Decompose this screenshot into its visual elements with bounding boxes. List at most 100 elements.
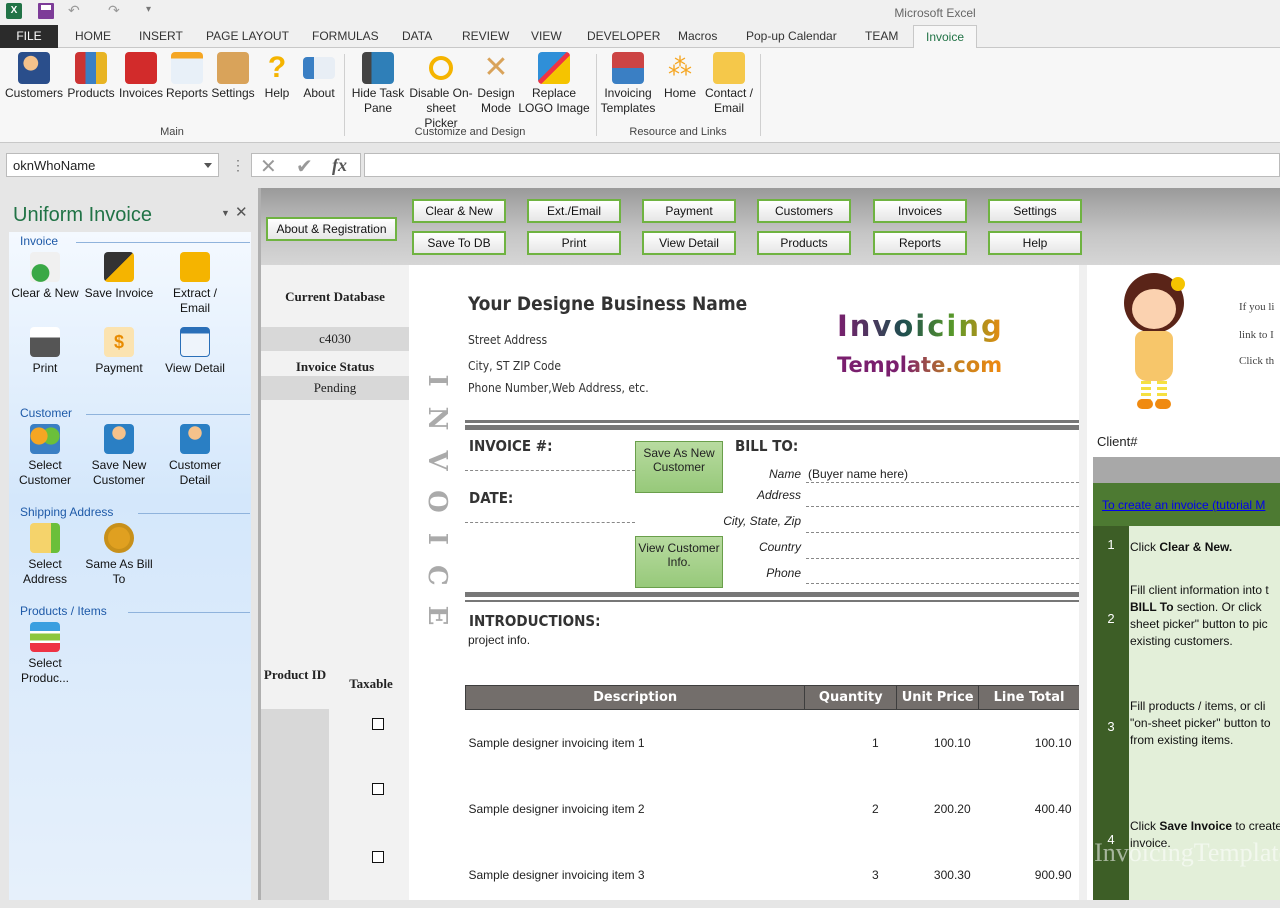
tab-macros[interactable]: Macros xyxy=(666,25,729,48)
ribbon-contact-email-button[interactable]: Contact / Email xyxy=(702,52,756,116)
tab-popup-calendar[interactable]: Pop-up Calendar xyxy=(734,25,849,48)
pane-select-products-button[interactable]: Select Produc... xyxy=(9,622,81,686)
client-number-field[interactable] xyxy=(1093,457,1280,483)
item-description[interactable]: Sample designer invoicing item 3 xyxy=(466,842,805,908)
business-name[interactable]: Your Designe Business Name xyxy=(468,293,747,315)
payment-button[interactable]: Payment xyxy=(642,199,736,223)
tab-insert[interactable]: INSERT xyxy=(127,25,195,48)
ribbon-home-button[interactable]: ⁂ Home xyxy=(660,52,700,101)
item-unit-price[interactable]: 200.20 xyxy=(897,776,979,842)
pane-view-detail-button[interactable]: View Detail xyxy=(159,327,231,376)
pane-select-address-button[interactable]: Select Address xyxy=(9,523,81,587)
ruler-pencil-icon: ✕ xyxy=(483,51,509,84)
ribbon-products-button[interactable]: Products xyxy=(66,52,116,101)
item-description[interactable]: Sample designer invoicing item 1 xyxy=(466,710,805,776)
book-icon xyxy=(362,52,394,84)
close-icon[interactable]: ✕ xyxy=(235,203,248,221)
bill-address-field[interactable] xyxy=(806,506,1079,507)
bill-phone-field[interactable] xyxy=(806,583,1079,584)
pane-payment-button[interactable]: $ Payment xyxy=(83,327,155,376)
tab-home[interactable]: HOME xyxy=(63,25,123,48)
tab-team[interactable]: TEAM xyxy=(853,25,910,48)
bill-country-field[interactable] xyxy=(806,558,1079,559)
item-quantity[interactable]: 3 xyxy=(805,842,897,908)
chevron-down-icon[interactable] xyxy=(204,163,212,168)
pane-same-as-bill-to-button[interactable]: Same As Bill To xyxy=(83,523,155,587)
pane-save-new-customer-button[interactable]: Save New Customer xyxy=(83,424,155,488)
insert-function-icon[interactable]: fx xyxy=(332,155,347,176)
ribbon-reports-button[interactable]: Reports xyxy=(166,52,208,101)
city-state-zip[interactable]: City, ST ZIP Code xyxy=(468,359,561,373)
phone-web[interactable]: Phone Number,Web Address, etc. xyxy=(468,381,649,395)
taxable-checkbox-2[interactable] xyxy=(372,783,384,795)
current-database-value[interactable]: c4030 xyxy=(261,327,409,351)
introductions-text[interactable]: project info. xyxy=(468,633,530,647)
ribbon-disable-picker-button[interactable]: Disable On-sheet Picker xyxy=(408,52,474,131)
street-address[interactable]: Street Address xyxy=(468,333,547,347)
divider xyxy=(465,600,1079,602)
ribbon-invoicing-templates-button[interactable]: Invoicing Templates xyxy=(598,52,658,116)
tab-view[interactable]: VIEW xyxy=(519,25,574,48)
ribbon-help-button[interactable]: ? Help xyxy=(259,52,295,101)
ribbon-design-mode-button[interactable]: ✕ Design Mode xyxy=(476,52,516,116)
reports-button[interactable]: Reports xyxy=(873,231,967,255)
ribbon-settings-button[interactable]: Settings xyxy=(210,52,256,101)
tab-formulas[interactable]: FORMULAS xyxy=(300,25,391,48)
date-field[interactable] xyxy=(465,522,635,523)
step-text: Fill client information into t BILL To se… xyxy=(1130,583,1269,648)
item-line-total: 900.90 xyxy=(1034,867,1072,882)
tab-review[interactable]: REVIEW xyxy=(450,25,521,48)
tab-data[interactable]: DATA xyxy=(390,25,444,48)
item-description[interactable]: Sample designer invoicing item 2 xyxy=(466,776,805,842)
taxable-checkbox-1[interactable] xyxy=(372,718,384,730)
name-box[interactable]: oknWhoName xyxy=(6,153,219,177)
settings-button[interactable]: Settings xyxy=(988,199,1082,223)
ribbon-hide-task-pane-button[interactable]: Hide Task Pane xyxy=(350,52,406,116)
taxable-checkbox-3[interactable] xyxy=(372,851,384,863)
view-detail-button[interactable]: View Detail xyxy=(642,231,736,255)
ribbon-invoices-button[interactable]: Invoices xyxy=(118,52,164,101)
invoice-number-field[interactable] xyxy=(465,470,635,471)
print-button[interactable]: Print xyxy=(527,231,621,255)
help-panel: If you li link to I Click th Client# To … xyxy=(1087,265,1280,900)
item-unit-price[interactable]: 100.10 xyxy=(897,710,979,776)
tutorial-link[interactable]: To create an invoice (tutorial M xyxy=(1102,498,1265,512)
ribbon-about-button[interactable]: About xyxy=(299,52,339,101)
formula-input[interactable] xyxy=(364,153,1280,177)
bill-name-value[interactable]: (Buyer name here) xyxy=(808,467,908,481)
item-quantity[interactable]: 2 xyxy=(805,776,897,842)
tab-invoice[interactable]: Invoice xyxy=(913,25,977,49)
pane-print-button[interactable]: Print xyxy=(9,327,81,376)
more-options-icon[interactable]: ⋮ xyxy=(231,157,245,174)
help-button[interactable]: Help xyxy=(988,231,1082,255)
customers-button[interactable]: Customers xyxy=(757,199,851,223)
tab-file[interactable]: FILE xyxy=(0,25,58,48)
item-unit-price[interactable]: 300.30 xyxy=(897,842,979,908)
invoices-button[interactable]: Invoices xyxy=(873,199,967,223)
tab-page-layout[interactable]: PAGE LAYOUT xyxy=(194,25,301,48)
logo-template-com[interactable]: Template.com xyxy=(837,353,1002,377)
clear-new-button[interactable]: Clear & New xyxy=(412,199,506,223)
pane-save-invoice-button[interactable]: Save Invoice xyxy=(83,252,155,301)
ext-email-button[interactable]: Ext./Email xyxy=(527,199,621,223)
save-to-db-button[interactable]: Save To DB xyxy=(412,231,506,255)
pane-extract-email-button[interactable]: Extract / Email xyxy=(159,252,231,316)
pane-customer-detail-button[interactable]: Customer Detail xyxy=(159,424,231,488)
ribbon-replace-logo-button[interactable]: Replace LOGO Image xyxy=(518,52,590,116)
pane-options-icon[interactable]: ▼ xyxy=(221,208,230,218)
enter-checkmark-icon[interactable]: ✔ xyxy=(296,154,313,179)
about-registration-button[interactable]: About & Registration xyxy=(266,217,397,241)
pane-clear-new-button[interactable]: Clear & New xyxy=(9,252,81,301)
bill-city-field[interactable] xyxy=(806,532,1079,533)
cancel-icon[interactable]: ✕ xyxy=(260,154,277,179)
invoice-status-value[interactable]: Pending xyxy=(261,376,409,400)
logo-invoicing[interactable]: Invoicing xyxy=(837,309,1004,343)
products-button[interactable]: Products xyxy=(757,231,851,255)
pane-select-customer-button[interactable]: Select Customer xyxy=(9,424,81,488)
date-label: DATE: xyxy=(469,489,514,507)
bill-name-label: Name xyxy=(768,467,801,481)
item-quantity[interactable]: 1 xyxy=(805,710,897,776)
ribbon-customers-button[interactable]: Customers xyxy=(4,52,64,101)
col-quantity: Quantity xyxy=(804,685,898,710)
tab-developer[interactable]: DEVELOPER xyxy=(575,25,672,48)
